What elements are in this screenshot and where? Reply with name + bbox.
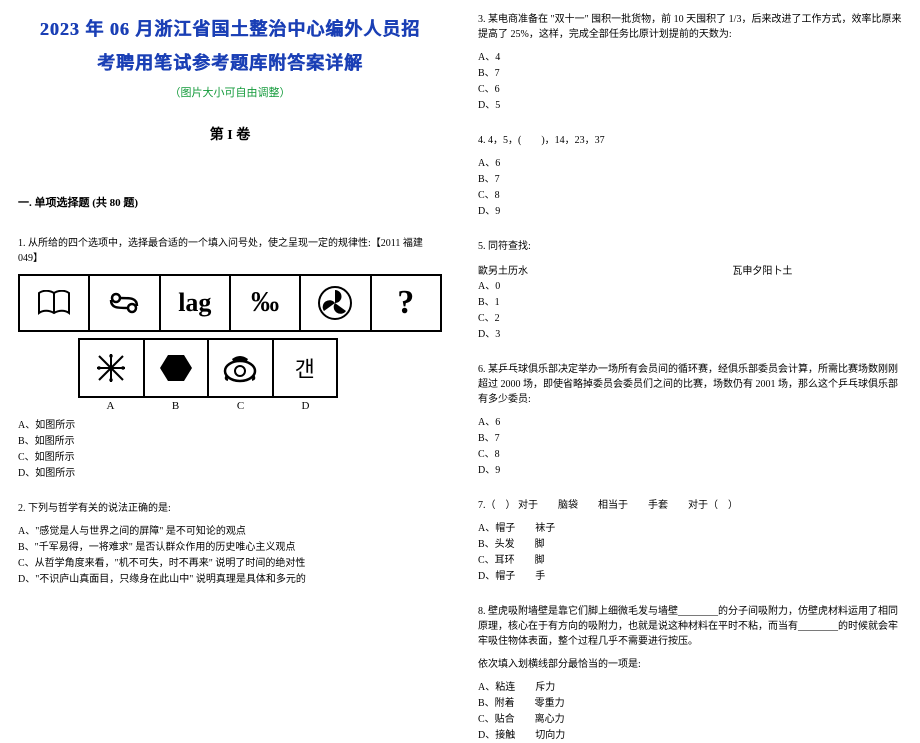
- question-5: 5. 同符查找: 歐另土历水 瓦申夕阳卜土 A、0 B、1 C、2 D、3: [478, 239, 902, 342]
- q2-opts: A、"感觉是人与世界之间的屏障" 是不可知论的观点 B、"千军易得，一将难求" …: [18, 524, 442, 587]
- q4-opt-c: C、8: [478, 188, 902, 203]
- q2-opt-a: A、"感觉是人与世界之间的屏障" 是不可知论的观点: [18, 524, 442, 539]
- section-heading: 一. 单项选择题 (共 80 题): [18, 194, 442, 210]
- question-4: 4. 4，5，( )，14，23，37 A、6 B、7 C、8 D、9: [478, 133, 902, 219]
- q8-opt-d: D、接触 切向力: [478, 728, 902, 743]
- left-column: 2023 年 06 月浙江省国土整治中心编外人员招 考聘用笔试参考题库附答案详解…: [0, 0, 460, 651]
- volume-label: 第 I 卷: [18, 124, 442, 144]
- q1-opt-c: C、如图所示: [18, 450, 442, 465]
- doc-title-1: 2023 年 06 月浙江省国土整治中心编外人员招: [18, 12, 442, 46]
- q8-sub: 依次填入划横线部分最恰当的一项是:: [478, 657, 902, 672]
- q1-figure-options: 갠: [78, 338, 338, 398]
- q1-opt-b: B、如图所示: [18, 434, 442, 449]
- q7-stem: 7.（ ） 对于 脑袋 相当于 手套 对于（ ）: [478, 498, 902, 513]
- q6-stem: 6. 某乒乓球俱乐部决定举办一场所有会员间的循环赛，经俱乐部委员会计算，所需比赛…: [478, 362, 902, 407]
- q4-opt-a: A、6: [478, 156, 902, 171]
- doc-subtitle: （图片大小可自由调整）: [18, 84, 442, 100]
- label-b: B: [143, 400, 208, 412]
- q5-opt-c: C、2: [478, 311, 902, 326]
- right-column: 3. 某电商准备在 "双十一" 囤积一批货物，前 10 天囤积了 1/3，后来改…: [460, 0, 920, 651]
- q1-opts: A、如图所示 B、如图所示 C、如图所示 D、如图所示: [18, 418, 442, 481]
- opt-b-icon: [145, 340, 210, 396]
- q5-stem: 5. 同符查找:: [478, 239, 902, 254]
- question-8: 8. 壁虎吸附墙壁是靠它们脚上细微毛发与墙壁________的分子间吸附力，仿壁…: [478, 604, 902, 743]
- book-icon: [20, 276, 90, 330]
- opt-c-icon: [209, 340, 274, 396]
- q5-opt-b: B、1: [478, 295, 902, 310]
- label-a: A: [78, 400, 143, 412]
- q5-opts: A、0 B、1 C、2 D、3: [478, 279, 902, 342]
- q3-opt-c: C、6: [478, 82, 902, 97]
- opt-a-icon: [80, 340, 145, 396]
- q8-opts: A、粘连 斥力 B、附着 零重力 C、贴合 离心力 D、接触 切向力: [478, 680, 902, 743]
- opt-d-icon: 갠: [274, 340, 337, 396]
- page-container: 2023 年 06 月浙江省国土整治中心编外人员招 考聘用笔试参考题库附答案详解…: [0, 0, 920, 651]
- question-mark-icon: ?: [372, 276, 440, 330]
- q8-stem: 8. 壁虎吸附墙壁是靠它们脚上细微毛发与墙壁________的分子间吸附力，仿壁…: [478, 604, 902, 649]
- q8-opt-a: A、粘连 斥力: [478, 680, 902, 695]
- q2-opt-d: D、"不识庐山真面目，只缘身在此山中" 说明真理是具体和多元的: [18, 572, 442, 587]
- q3-stem: 3. 某电商准备在 "双十一" 囤积一批货物，前 10 天囤积了 1/3，后来改…: [478, 12, 902, 42]
- q4-opt-b: B、7: [478, 172, 902, 187]
- q3-opt-b: B、7: [478, 66, 902, 81]
- question-3: 3. 某电商准备在 "双十一" 囤积一批货物，前 10 天囤积了 1/3，后来改…: [478, 12, 902, 113]
- q3-opts: A、4 B、7 C、6 D、5: [478, 50, 902, 113]
- q6-opt-a: A、6: [478, 415, 902, 430]
- q5-opt-d: D、3: [478, 327, 902, 342]
- q6-opt-b: B、7: [478, 431, 902, 446]
- q4-opt-d: D、9: [478, 204, 902, 219]
- q2-stem: 2. 下列与哲学有关的说法正确的是:: [18, 501, 442, 516]
- q1-opt-a: A、如图所示: [18, 418, 442, 433]
- q1-figure-top: lag ‰ ?: [18, 274, 442, 332]
- q7-opt-d: D、帽子 手: [478, 569, 902, 584]
- cancer-icon: [90, 276, 160, 330]
- q8-opt-c: C、贴合 离心力: [478, 712, 902, 727]
- question-7: 7.（ ） 对于 脑袋 相当于 手套 对于（ ） A、帽子 袜子 B、头发 脚 …: [478, 498, 902, 584]
- label-d: D: [273, 400, 338, 412]
- lag-text: lag: [161, 276, 231, 330]
- q4-opts: A、6 B、7 C、8 D、9: [478, 156, 902, 219]
- q4-stem: 4. 4，5，( )，14，23，37: [478, 133, 902, 148]
- q7-opts: A、帽子 袜子 B、头发 脚 C、耳环 脚 D、帽子 手: [478, 521, 902, 584]
- q3-opt-a: A、4: [478, 50, 902, 65]
- question-6: 6. 某乒乓球俱乐部决定举办一场所有会员间的循环赛，经俱乐部委员会计算，所需比赛…: [478, 362, 902, 478]
- q2-opt-b: B、"千军易得，一将难求" 是否认群众作用的历史唯心主义观点: [18, 540, 442, 555]
- question-1: 1. 从所给的四个选项中，选择最合适的一个填入问号处，使之呈现一定的规律性:【2…: [18, 236, 442, 481]
- fan-icon: [301, 276, 371, 330]
- q5-opt-a: A、0: [478, 279, 902, 294]
- q1-option-labels: A B C D: [78, 400, 338, 412]
- q7-opt-b: B、头发 脚: [478, 537, 902, 552]
- doc-title-2: 考聘用笔试参考题库附答案详解: [18, 46, 442, 80]
- q1-opt-d: D、如图所示: [18, 466, 442, 481]
- question-2: 2. 下列与哲学有关的说法正确的是: A、"感觉是人与世界之间的屏障" 是不可知…: [18, 501, 442, 587]
- label-c: C: [208, 400, 273, 412]
- q3-opt-d: D、5: [478, 98, 902, 113]
- q6-opts: A、6 B、7 C、8 D、9: [478, 415, 902, 478]
- q5-left: 歐另土历水: [478, 262, 732, 277]
- q6-opt-c: C、8: [478, 447, 902, 462]
- q6-opt-d: D、9: [478, 463, 902, 478]
- q2-opt-c: C、从哲学角度来看，"机不可失，时不再来" 说明了时间的绝对性: [18, 556, 442, 571]
- q7-opt-c: C、耳环 脚: [478, 553, 902, 568]
- q5-pair: 歐另土历水 瓦申夕阳卜土: [478, 262, 902, 277]
- permille-icon: ‰: [231, 276, 301, 330]
- q5-right: 瓦申夕阳卜土: [732, 262, 902, 277]
- q8-opt-b: B、附着 零重力: [478, 696, 902, 711]
- q1-stem: 1. 从所给的四个选项中，选择最合适的一个填入问号处，使之呈现一定的规律性:【2…: [18, 236, 442, 266]
- q7-opt-a: A、帽子 袜子: [478, 521, 902, 536]
